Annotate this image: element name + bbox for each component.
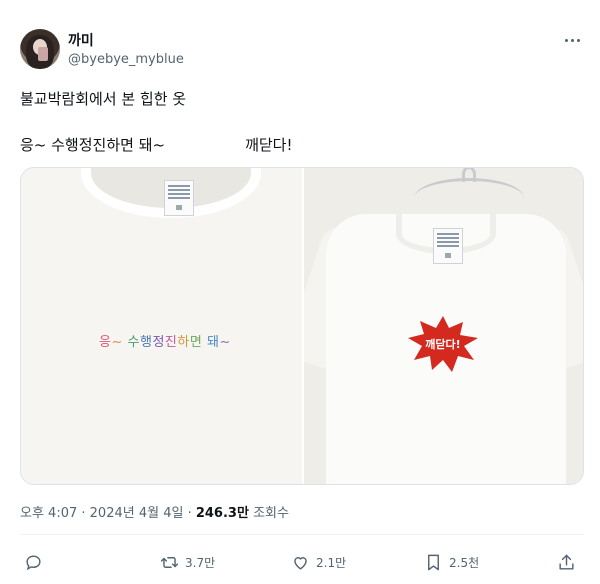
hanger — [414, 178, 524, 218]
photo-right[interactable]: 깨닫다! — [304, 168, 583, 484]
shirt-print-char: 응 — [99, 335, 112, 350]
views-label: 조회수 — [253, 506, 289, 521]
bookmark-button[interactable]: 2.5천 — [424, 552, 479, 572]
tweet-text-line2: 응~ 수행정진하면 돼~ 깨닫다! — [20, 134, 293, 155]
shirt-print-char: 진 — [164, 335, 178, 350]
avatar[interactable] — [20, 29, 60, 69]
retweet-count: 3.7만 — [185, 555, 216, 570]
more-icon[interactable] — [562, 30, 582, 50]
shirt-print-char: 정 — [152, 335, 165, 350]
reply-icon — [26, 554, 41, 570]
shirt-print-char: ~ — [219, 335, 231, 350]
share-icon — [559, 554, 574, 570]
tweet-time[interactable]: 오후 4:07 — [20, 506, 77, 521]
shirt-print-text: 응~ 수행정진하면 돼~ — [99, 331, 231, 350]
tweet-text-line2-left: 응~ 수행정진하면 돼~ — [20, 136, 166, 154]
bookmark-count: 2.5천 — [449, 555, 480, 570]
share-button[interactable] — [557, 552, 576, 572]
bookmark-icon — [428, 554, 439, 570]
shirt-tag — [164, 180, 194, 216]
photo-left[interactable]: 응~ 수행정진하면 돼~ — [21, 168, 302, 484]
media-grid[interactable]: 응~ 수행정진하면 돼~ 깨닫다! — [20, 167, 584, 485]
like-icon — [294, 556, 307, 570]
shirt-print-char: 하 — [177, 335, 190, 350]
like-button[interactable]: 2.1만 — [291, 552, 346, 572]
shirt-print-char: 돼 — [206, 335, 220, 350]
shirt-print-char: 수 — [127, 335, 140, 350]
tweet-meta: 오후 4:07 · 2024년 4월 4일 · 246.3만 조회수 — [20, 506, 289, 521]
reply-button[interactable] — [24, 552, 49, 572]
views-count: 246.3만 — [195, 506, 249, 521]
retweet-icon — [160, 556, 179, 568]
retweet-button[interactable]: 3.7만 — [160, 552, 215, 572]
shirt-tag — [433, 228, 463, 264]
burst-text: 깨닫다! — [425, 338, 461, 351]
shirt-print-char: 면 — [189, 335, 203, 350]
divider — [20, 534, 584, 535]
user-handle[interactable]: @byebye_myblue — [68, 52, 184, 67]
tweet-text-line1: 불교박람회에서 본 힙한 옷 — [20, 90, 187, 108]
tweet-text-line2-right: 깨닫다! — [245, 136, 293, 154]
avatar-phone — [38, 47, 48, 61]
tweet-date[interactable]: 2024년 4월 4일 — [90, 506, 184, 521]
shirt-print-char: ~ — [111, 335, 123, 350]
shirt-print-char: 행 — [139, 335, 153, 350]
like-count: 2.1만 — [316, 555, 347, 570]
display-name[interactable]: 까미 — [68, 30, 94, 50]
